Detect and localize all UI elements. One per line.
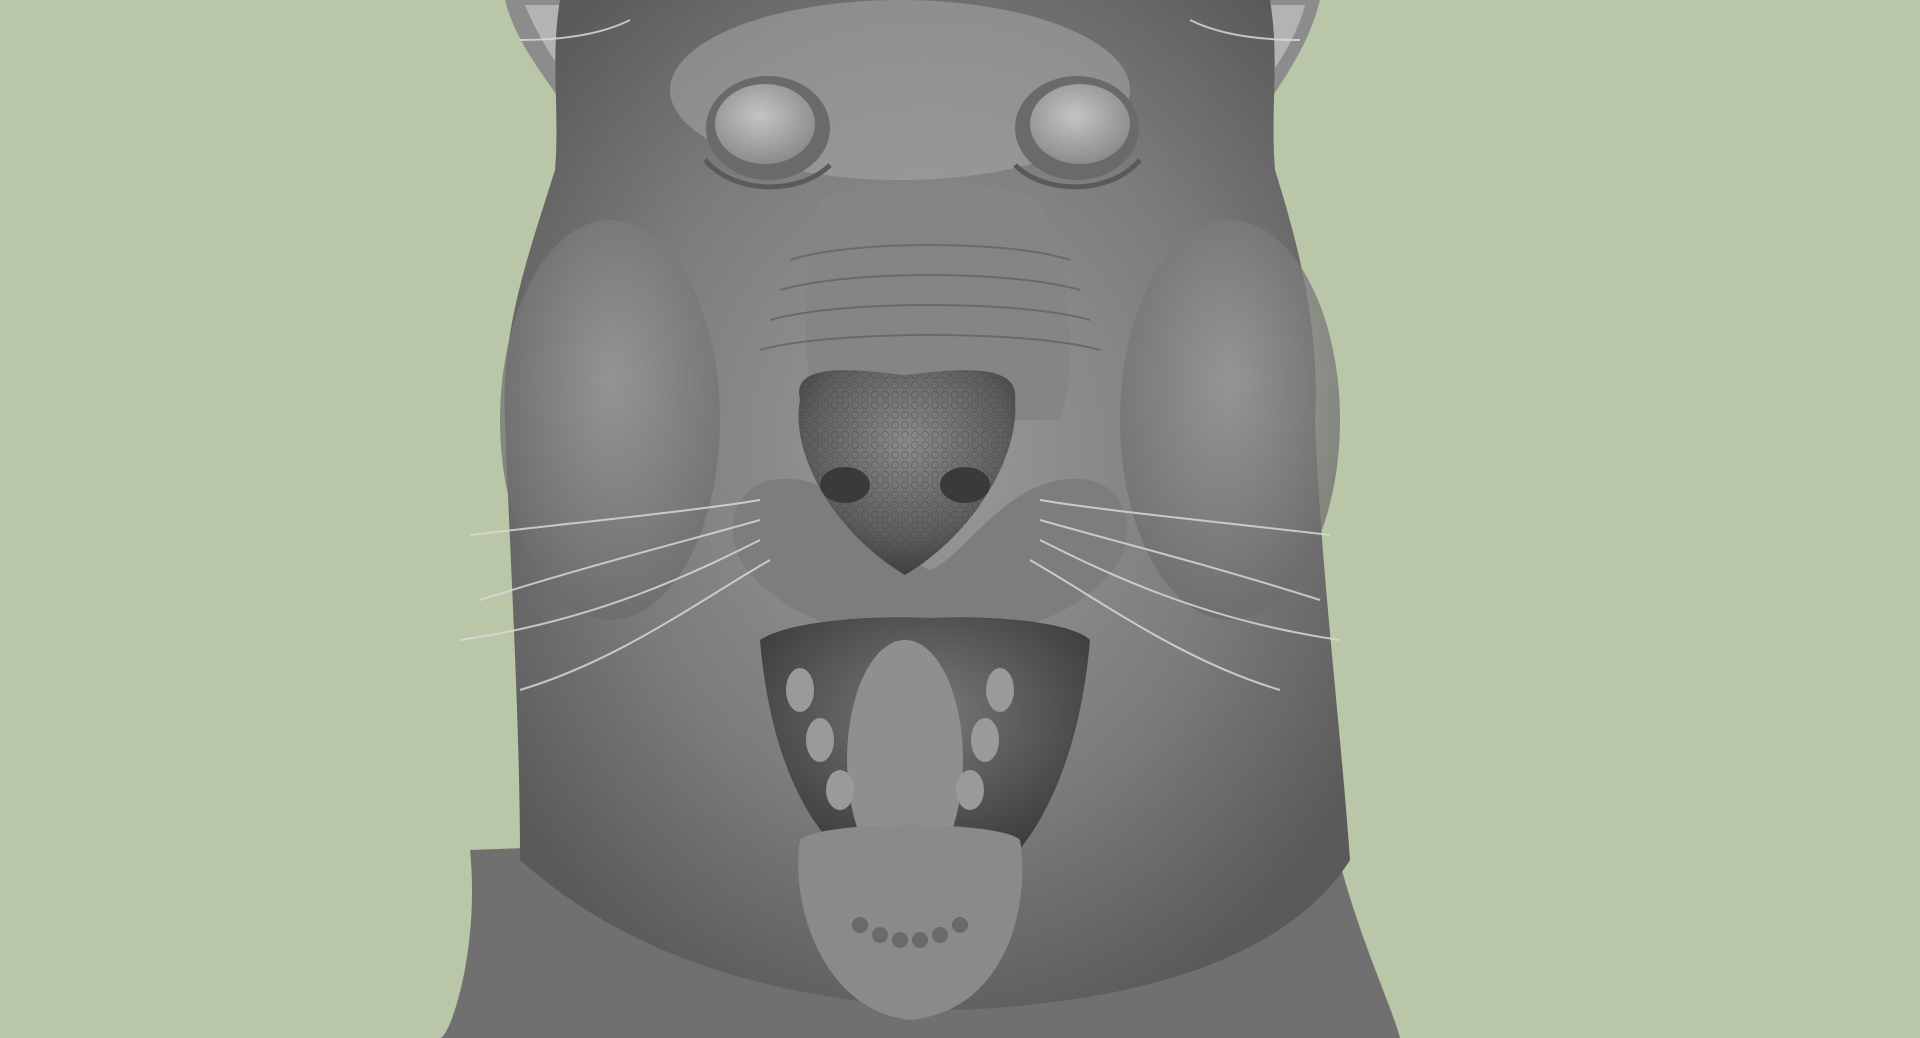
sculpt-viewport [0,0,1920,1038]
left-nostril [820,467,870,503]
right-cheek [1120,220,1340,620]
left-cheek [500,220,720,620]
right-nostril [940,467,990,503]
dog-head-sculpt [440,0,1400,1038]
